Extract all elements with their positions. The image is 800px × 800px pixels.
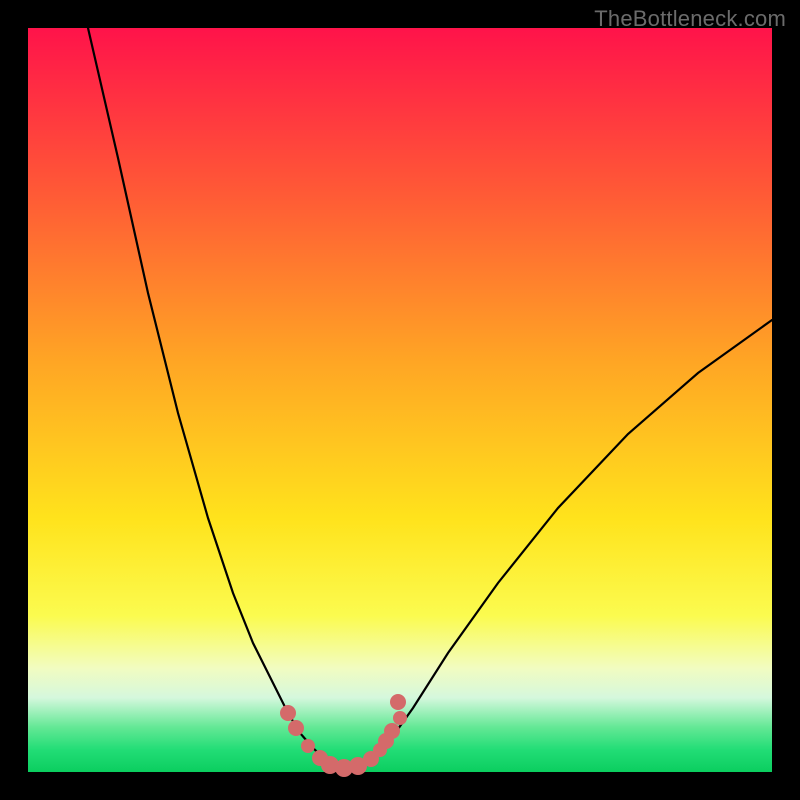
- valley-marker-dot: [301, 739, 315, 753]
- curve-svg: [28, 28, 772, 772]
- watermark-text: TheBottleneck.com: [594, 6, 786, 32]
- valley-marker-dot: [288, 720, 304, 736]
- valley-marker-dot: [393, 711, 407, 725]
- valley-marker-dot: [280, 705, 296, 721]
- bottleneck-curve: [88, 28, 772, 768]
- valley-marker-dot: [384, 723, 400, 739]
- chart-area: [28, 28, 772, 772]
- valley-marker-dot: [390, 694, 406, 710]
- valley-markers: [280, 694, 407, 777]
